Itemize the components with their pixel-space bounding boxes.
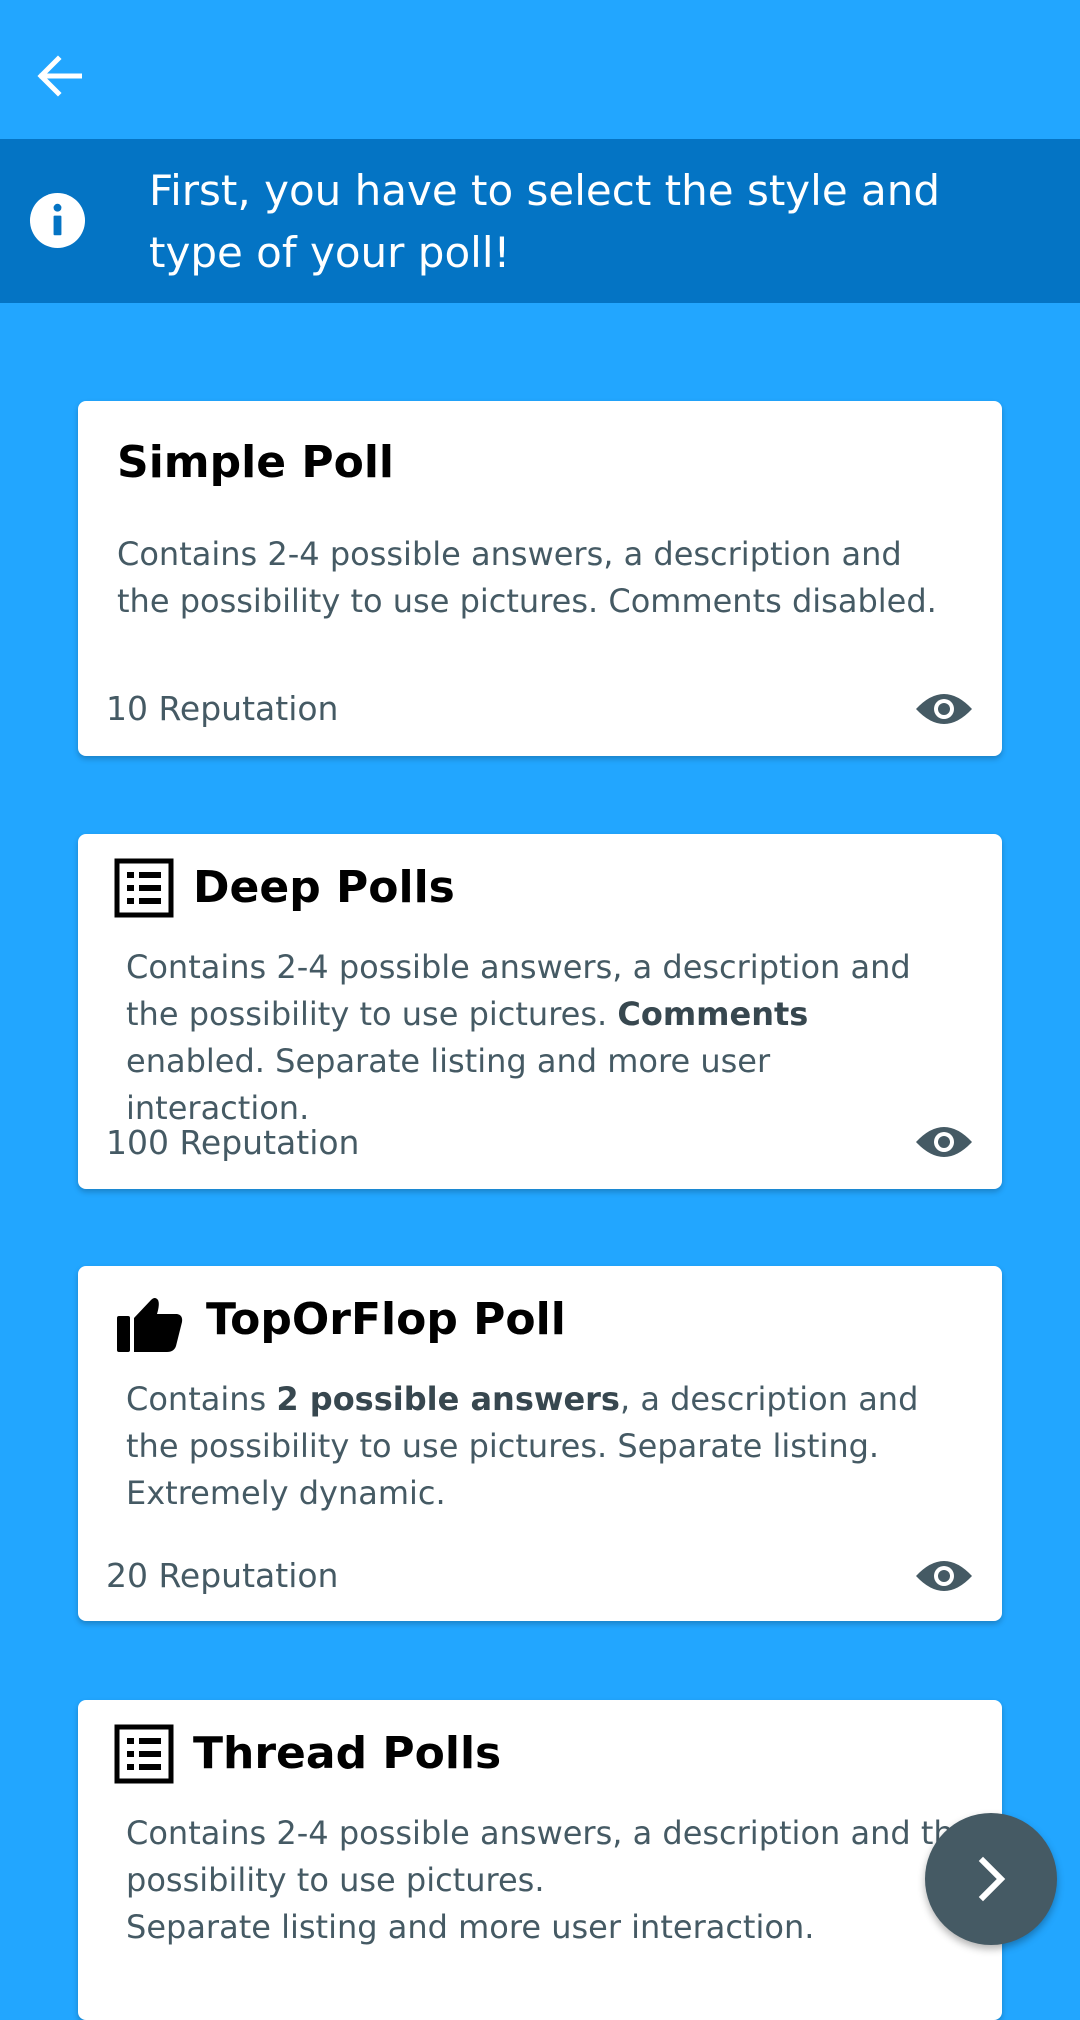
description-line: possibility to use pictures. (126, 1861, 545, 1899)
card-description: Contains 2-4 possible answers, a descrip… (126, 944, 946, 1132)
card-title: Thread Polls (193, 1728, 502, 1779)
thumb-up-icon (117, 1298, 183, 1352)
app-bar (0, 0, 1080, 139)
description-line: Contains 2-4 possible answers, a descrip… (126, 1814, 974, 1852)
card-title: TopOrFlop Poll (206, 1294, 566, 1345)
eye-icon[interactable] (914, 689, 974, 729)
reputation-label: 10 Reputation (106, 689, 339, 728)
description-text: Contains (126, 1380, 277, 1418)
poll-type-card-deep[interactable]: Deep Polls Contains 2-4 possible answers… (78, 834, 1002, 1189)
next-button[interactable] (925, 1813, 1057, 1945)
list-icon (114, 1724, 174, 1784)
poll-type-card-toporflop[interactable]: TopOrFlop Poll Contains 2 possible answe… (78, 1266, 1002, 1621)
arrow-left-icon (37, 55, 82, 97)
description-text: enabled. Separate listing and more user … (126, 1042, 771, 1127)
card-title: Deep Polls (193, 862, 455, 913)
banner-text: First, you have to select the style and … (149, 166, 941, 277)
poll-type-card-simple[interactable]: Simple Poll Contains 2-4 possible answer… (78, 401, 1002, 756)
description-line: Separate listing and more user interacti… (126, 1908, 815, 1946)
reputation-label: 100 Reputation (106, 1123, 360, 1162)
card-title: Simple Poll (117, 437, 394, 488)
eye-icon[interactable] (914, 1122, 974, 1162)
chevron-right-icon (978, 1856, 1006, 1902)
poll-type-card-thread[interactable]: Thread Polls Contains 2-4 possible answe… (78, 1700, 1002, 2020)
card-description: Contains 2-4 possible answers, a descrip… (126, 1810, 986, 1951)
back-button[interactable] (28, 45, 90, 107)
card-description: Contains 2 possible answers, a descripti… (126, 1376, 946, 1517)
info-icon (29, 192, 86, 249)
description-emphasis: 2 possible answers (276, 1380, 620, 1418)
description-emphasis: Comments (617, 995, 809, 1033)
list-icon (114, 858, 174, 918)
reputation-label: 20 Reputation (106, 1556, 339, 1595)
eye-icon[interactable] (914, 1556, 974, 1596)
card-description: Contains 2-4 possible answers, a descrip… (117, 535, 937, 620)
